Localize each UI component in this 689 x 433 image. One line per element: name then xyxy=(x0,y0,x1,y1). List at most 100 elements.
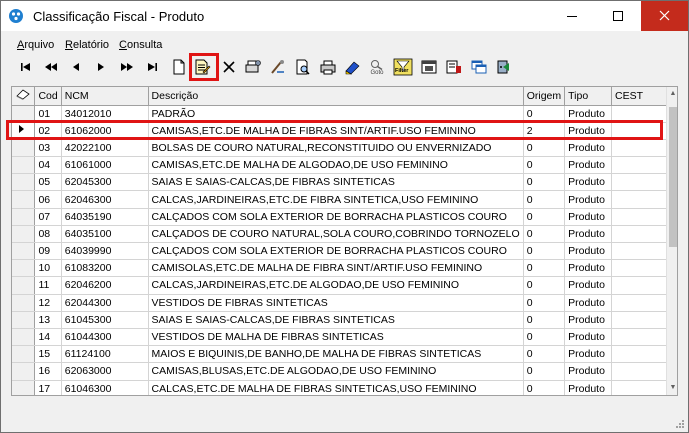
cell-origem[interactable]: 0 xyxy=(523,276,566,295)
cell-origem[interactable]: 0 xyxy=(523,190,566,209)
cell-cod[interactable]: 09 xyxy=(34,242,62,261)
cell-ncm[interactable]: 61061000 xyxy=(61,156,149,175)
cell-cod[interactable]: 06 xyxy=(34,190,62,209)
cell-origem[interactable]: 0 xyxy=(523,328,566,347)
header-tipo[interactable]: Tipo xyxy=(564,87,613,106)
cell-tipo[interactable]: Produto xyxy=(564,311,613,329)
title-bar[interactable]: Classificação Fiscal - Produto xyxy=(1,1,688,31)
table-row[interactable]: 08 64035100 CALÇADOS DE COURO NATURAL,SOLA… xyxy=(12,225,677,244)
row-indicator[interactable] xyxy=(12,156,36,175)
vertical-scrollbar[interactable]: ▲ ▼ xyxy=(666,87,677,395)
cell-tipo[interactable]: Produto xyxy=(564,242,613,261)
cell-cod[interactable]: 14 xyxy=(34,328,62,347)
cell-cod[interactable]: 11 xyxy=(34,276,62,295)
table-row[interactable]: 14 61044300 VESTIDOS DE MALHA DE FIBRAS SI… xyxy=(12,328,677,347)
cell-cod[interactable]: 12 xyxy=(34,294,62,312)
tools-button[interactable] xyxy=(267,56,289,78)
print-setup-button[interactable] xyxy=(242,56,264,78)
row-indicator[interactable] xyxy=(12,259,36,278)
table-row[interactable]: 05 62045300 SAIAS E SAIAS-CALCAS,DE FIBRAS… xyxy=(12,173,677,192)
scroll-down-icon[interactable]: ▼ xyxy=(667,381,677,395)
table-row[interactable]: 17 61046300 CALCAS,ETC.DE MALHA DE FIBRAS … xyxy=(12,380,677,395)
prior-record-button[interactable] xyxy=(65,56,87,78)
cell-ncm[interactable]: 61046300 xyxy=(61,380,149,395)
cell-tipo[interactable]: Produto xyxy=(564,156,613,175)
table-row[interactable]: 04 61061000 CAMISAS,ETC.DE MALHA DE ALGODA… xyxy=(12,156,677,175)
cell-origem[interactable]: 0 xyxy=(523,380,566,395)
menu-relatorio[interactable]: Relatório xyxy=(65,39,109,51)
table-row[interactable]: 03 42022100 BOLSAS DE COURO NATURAL,RECONS… xyxy=(12,139,677,158)
cell-desc[interactable]: CALCAS,ETC.DE MALHA DE FIBRAS SINTETICAS… xyxy=(148,380,524,395)
header-cod[interactable]: Cod xyxy=(34,87,62,106)
cell-desc[interactable]: CAMISAS,BLUSAS,ETC.DE ALGODAO,DE USO FEM… xyxy=(148,362,524,381)
cell-cod[interactable]: 07 xyxy=(34,208,62,226)
cell-tipo[interactable]: Produto xyxy=(564,294,613,312)
cell-ncm[interactable]: 61124100 xyxy=(61,345,149,364)
cell-origem[interactable]: 0 xyxy=(523,156,566,175)
print-button[interactable] xyxy=(317,56,339,78)
cell-tipo[interactable]: Produto xyxy=(564,328,613,347)
table-row[interactable]: 06 62046300 CALCAS,JARDINEIRAS,ETC.DE FIBR… xyxy=(12,190,677,209)
cell-tipo[interactable]: Produto xyxy=(564,173,613,192)
scroll-thumb[interactable] xyxy=(669,107,677,247)
cell-cod[interactable]: 05 xyxy=(34,173,62,192)
cell-origem[interactable]: 0 xyxy=(523,139,566,158)
cell-tipo[interactable]: Produto xyxy=(564,190,613,209)
cell-origem[interactable]: 0 xyxy=(523,173,566,192)
prior-page-button[interactable] xyxy=(40,56,62,78)
cell-origem[interactable]: 0 xyxy=(523,345,566,364)
cell-desc[interactable]: CALÇADOS DE COURO NATURAL,SOLA COURO,COB… xyxy=(148,225,524,244)
next-record-button[interactable] xyxy=(90,56,112,78)
row-indicator[interactable] xyxy=(12,328,36,347)
cell-desc[interactable]: BOLSAS DE COURO NATURAL,RECONSTITUIDO OU… xyxy=(148,139,524,158)
table-row[interactable]: 09 64039990 CALÇADOS COM SOLA EXTERIOR DE … xyxy=(12,242,677,261)
cell-desc[interactable]: CAMISAS,ETC.DE MALHA DE ALGODAO,DE USO F… xyxy=(148,156,524,175)
cell-tipo[interactable]: Produto xyxy=(564,345,613,364)
print-preview-button[interactable] xyxy=(292,56,314,78)
menu-consulta[interactable]: Consulta xyxy=(119,39,162,51)
resize-grip-icon[interactable] xyxy=(675,419,685,429)
row-indicator[interactable] xyxy=(12,242,36,261)
last-record-button[interactable] xyxy=(141,56,163,78)
export-button[interactable] xyxy=(342,56,364,78)
maximize-button[interactable] xyxy=(595,1,641,31)
row-indicator[interactable] xyxy=(12,294,36,312)
table-row[interactable]: 07 64035190 CALÇADOS COM SOLA EXTERIOR DE … xyxy=(12,208,677,226)
row-indicator[interactable] xyxy=(12,139,36,158)
cell-cod[interactable]: 13 xyxy=(34,311,62,329)
cell-ncm[interactable]: 61045300 xyxy=(61,311,149,329)
cell-desc[interactable]: CALÇADOS COM SOLA EXTERIOR DE BORRACHA P… xyxy=(148,242,524,261)
header-descricao[interactable]: Descrição xyxy=(148,87,524,106)
cell-tipo[interactable]: Produto xyxy=(564,225,613,244)
cell-tipo[interactable]: Produto xyxy=(564,259,613,278)
cell-cod[interactable]: 04 xyxy=(34,156,62,175)
delete-record-button[interactable] xyxy=(218,56,240,78)
exit-button[interactable] xyxy=(493,56,515,78)
cell-desc[interactable]: CALÇADOS COM SOLA EXTERIOR DE BORRACHA P… xyxy=(148,208,524,226)
row-indicator[interactable] xyxy=(12,362,36,381)
cell-ncm[interactable]: 64035190 xyxy=(61,208,149,226)
cell-origem[interactable]: 0 xyxy=(523,362,566,381)
cell-origem[interactable]: 0 xyxy=(523,294,566,312)
cell-desc[interactable]: CAMISOLAS,ETC.DE MALHA DE FIBRA SINT/ART… xyxy=(148,259,524,278)
row-indicator[interactable] xyxy=(12,380,36,395)
row-indicator[interactable] xyxy=(12,225,36,244)
cell-desc[interactable]: SAIAS E SAIAS-CALCAS,DE FIBRAS SINTETICA… xyxy=(148,173,524,192)
cell-cod[interactable]: 15 xyxy=(34,345,62,364)
cell-ncm[interactable]: 62045300 xyxy=(61,173,149,192)
minimize-button[interactable] xyxy=(549,1,595,31)
cascade-button[interactable] xyxy=(468,56,490,78)
header-ncm[interactable]: NCM xyxy=(61,87,149,106)
table-row[interactable]: 16 62063000 CAMISAS,BLUSAS,ETC.DE ALGODAO,… xyxy=(12,362,677,381)
row-indicator[interactable] xyxy=(12,345,36,364)
row-indicator[interactable] xyxy=(12,208,36,226)
cell-cod[interactable]: 03 xyxy=(34,139,62,158)
cell-tipo[interactable]: Produto xyxy=(564,380,613,395)
cell-desc[interactable]: CALCAS,JARDINEIRAS,ETC.DE FIBRA SINTETIC… xyxy=(148,190,524,209)
cell-cod[interactable]: 17 xyxy=(34,380,62,395)
cell-ncm[interactable]: 62063000 xyxy=(61,362,149,381)
cell-origem[interactable]: 0 xyxy=(523,259,566,278)
cell-cod[interactable]: 08 xyxy=(34,225,62,244)
cell-desc[interactable]: SAIAS E SAIAS-CALCAS,DE FIBRAS SINTETICA… xyxy=(148,311,524,329)
new-record-button[interactable] xyxy=(168,56,190,78)
